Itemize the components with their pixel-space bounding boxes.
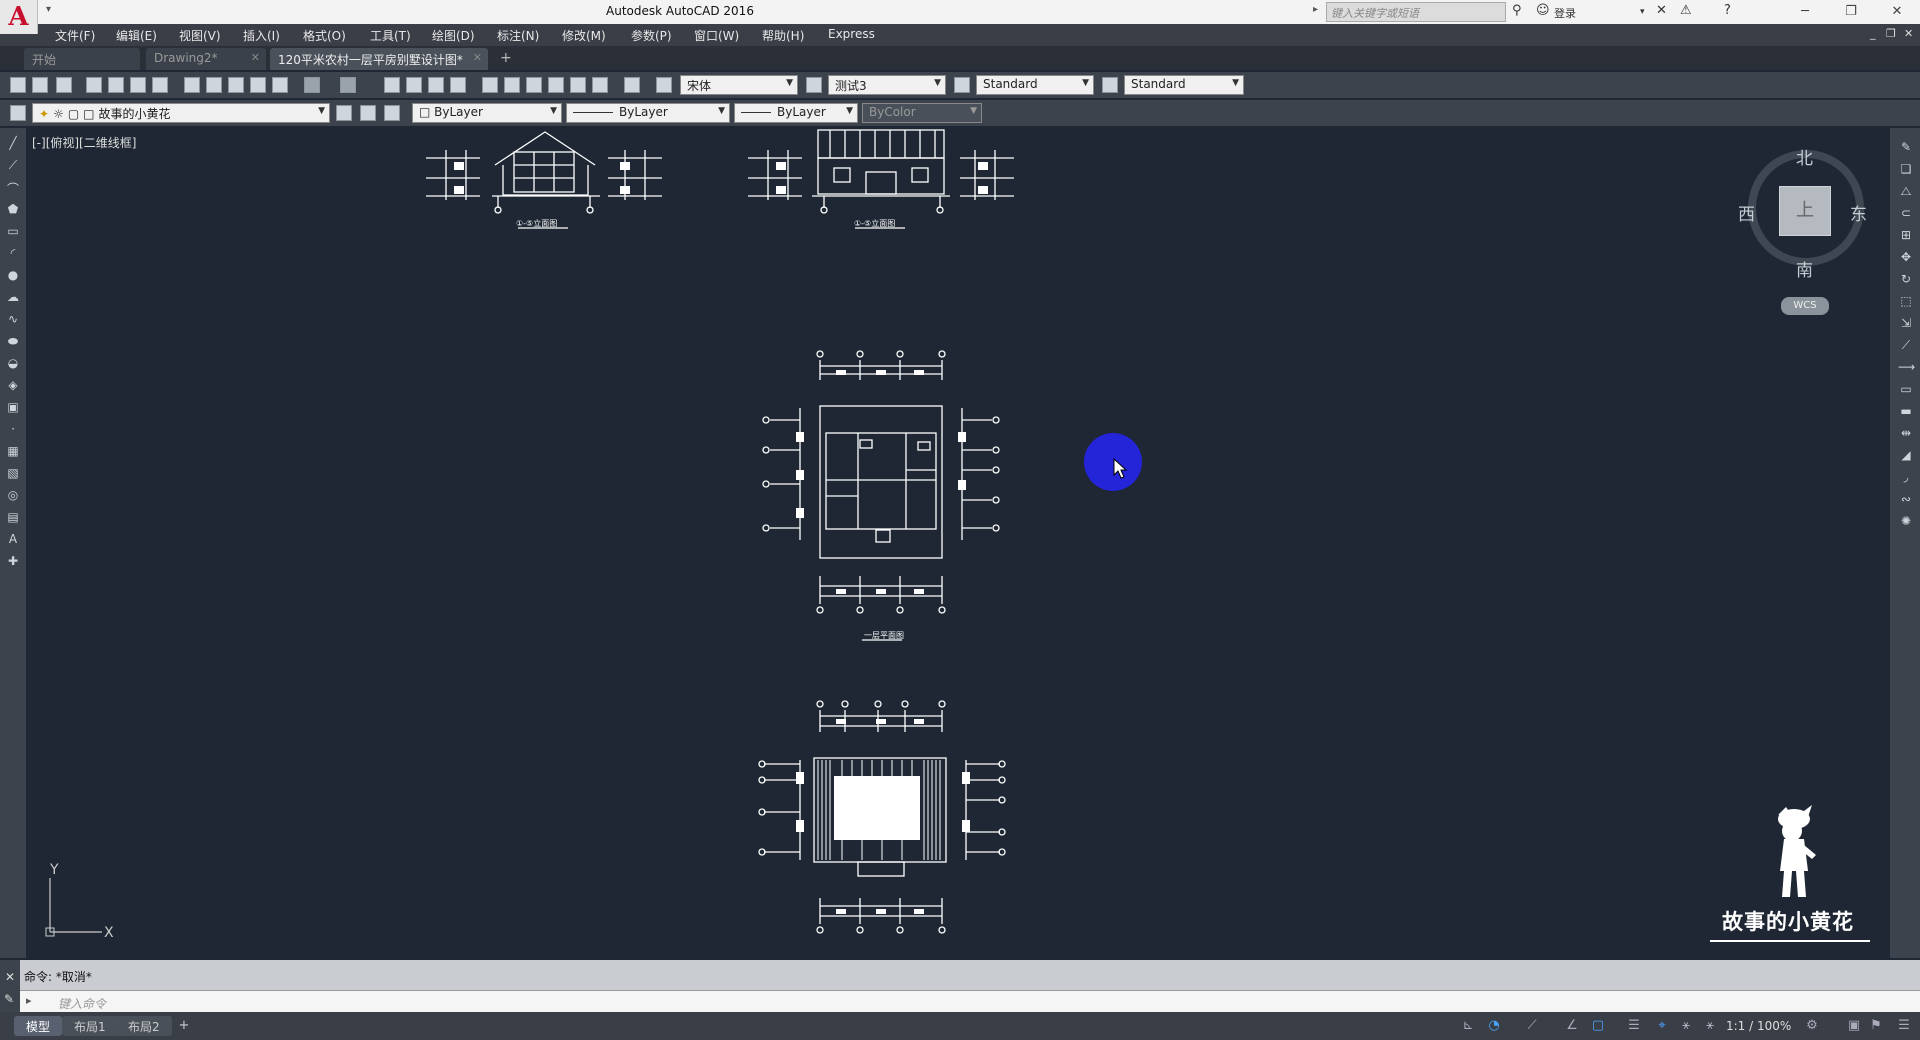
ucs-icon: Y X [45,862,114,940]
command-input[interactable]: ▸ 键入命令 [0,990,1920,1012]
watermark-underline [1710,940,1870,942]
isodraft-icon[interactable]: ⟋ [1524,1018,1540,1034]
tab-layout2[interactable]: 布局2 [116,1016,172,1036]
customization-icon[interactable]: ☰ [1896,1018,1912,1034]
ucs-x-label: X [104,925,114,940]
command-side-controls: ✕ ✎ [0,960,20,1012]
hardware-acceleration-icon[interactable]: ▣ [1846,1018,1862,1034]
add-layout-icon[interactable]: + [176,1018,192,1034]
object-snap-icon[interactable]: ▢ [1590,1018,1606,1034]
workspace-switching-icon[interactable]: ⚙ [1804,1018,1820,1034]
object-snap-tracking-icon[interactable]: ∠ [1564,1018,1580,1034]
snap-mode-icon[interactable]: ⊾ [1460,1018,1476,1034]
mouse-cursor-icon [1113,458,1127,479]
command-history: 命令: *取消* [0,960,1920,990]
viewcube-north[interactable]: 北 [1796,144,1813,169]
command-history-text: 命令: *取消* [24,970,92,984]
viewcube-south[interactable]: 南 [1796,256,1813,281]
command-prompt-icon[interactable]: ▸ [26,994,32,1007]
autocad-logo-icon: A [8,2,29,32]
drawing-geometry: ①-⑤立面图 ①-⑤立面图 一层平面图 [426,129,1014,934]
viewcube-east[interactable]: 东 [1850,200,1867,225]
elevation-drawing-1 [426,131,662,229]
caption-floor-plan: 一层平面图 [864,631,904,640]
polar-tracking-icon[interactable]: ◔ [1486,1018,1502,1034]
watermark-figure-icon [1778,805,1816,897]
annotation-scale-value[interactable]: 1:1 / 100% [1726,1019,1791,1033]
annotation-scale-icon[interactable]: ⚹ [1702,1018,1718,1034]
close-icon[interactable]: ✕ [5,970,15,984]
caption-elevation-2: ①-⑤立面图 [854,218,895,228]
annotation-visibility-icon[interactable]: ⚹ [1678,1018,1694,1034]
status-bar: 模型 布局1 布局2 + ⊾ ◔ ⟋ ∠ ▢ ☰ ⌖ ⚹ ⚹ 1:1 / 100… [0,1012,1920,1040]
wcs-menu[interactable]: WCS [1781,297,1829,315]
customize-icon[interactable]: ✎ [4,992,14,1006]
application-menu-button[interactable]: A [0,0,38,34]
tab-layout1[interactable]: 布局1 [62,1016,118,1036]
viewcube-top-face[interactable]: 上 [1779,186,1831,236]
viewcube-west[interactable]: 西 [1738,200,1755,225]
selection-cycling-icon[interactable]: ⌖ [1654,1018,1670,1034]
caption-elevation-1: ①-⑤立面图 [516,218,557,228]
floor-plan-drawing [762,350,1000,641]
lineweight-icon[interactable]: ☰ [1626,1018,1642,1034]
elevation-drawing-2 [748,129,1014,229]
command-placeholder: 键入命令 [58,997,107,1011]
tab-model[interactable]: 模型 [14,1016,63,1036]
ucs-y-label: Y [49,862,59,878]
watermark-text: 故事的小黄花 [1722,909,1854,934]
isolate-objects-icon[interactable]: ⚑ [1868,1018,1884,1034]
